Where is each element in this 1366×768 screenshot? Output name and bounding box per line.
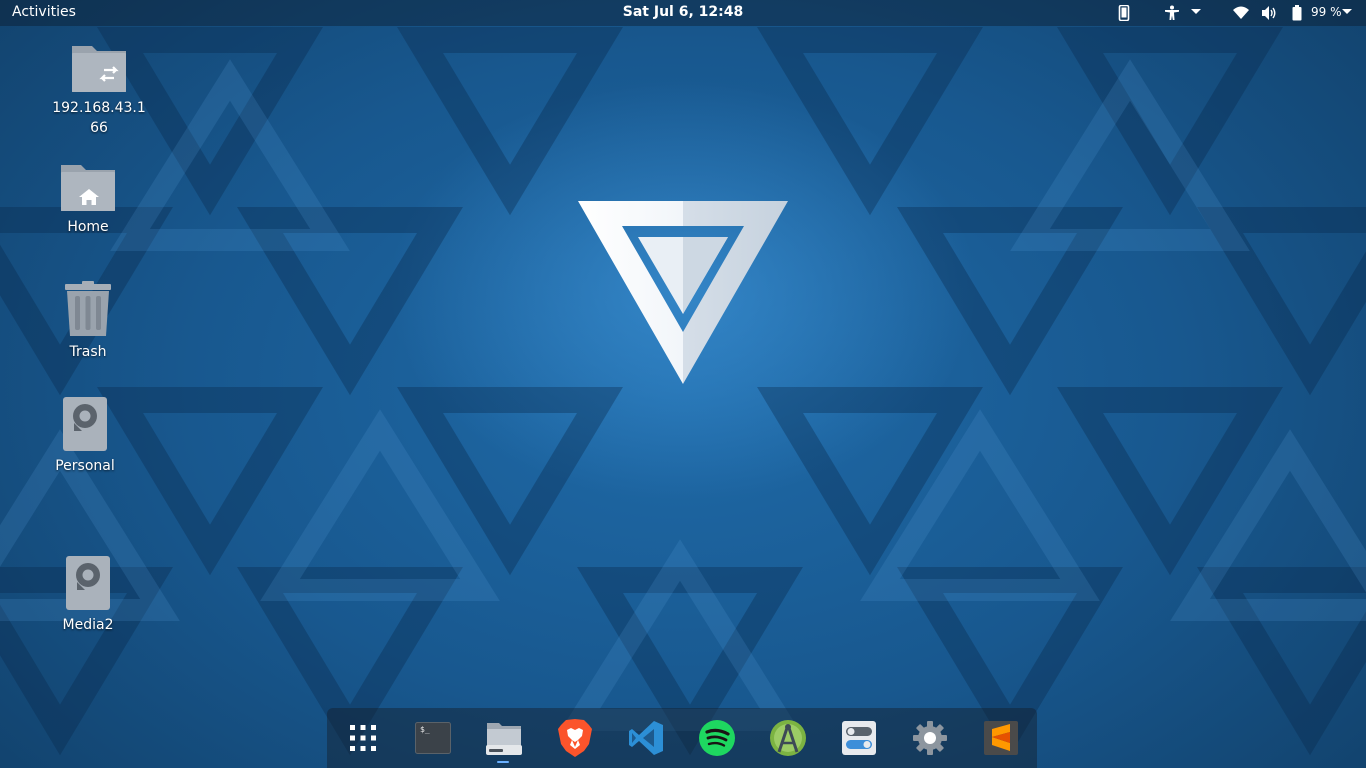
desktop-icon-personal[interactable]: Personal xyxy=(35,396,135,476)
accessibility-icon[interactable] xyxy=(1164,5,1180,21)
wifi-icon[interactable] xyxy=(1233,5,1249,21)
desktop-icon-label: Personal xyxy=(55,458,115,474)
sublime-text-icon xyxy=(984,721,1018,755)
desktop-icon-label: Trash xyxy=(69,344,107,360)
dock-show-applications[interactable] xyxy=(343,718,383,758)
terminal-icon: $_ xyxy=(415,722,451,754)
desktop-icon-trash[interactable]: Trash xyxy=(38,280,138,362)
desktop-icon-network-share[interactable]: 192.168.43.166 xyxy=(49,44,149,138)
running-indicator xyxy=(497,761,509,763)
battery-icon[interactable] xyxy=(1292,5,1302,21)
desktop-icon-home[interactable]: Home xyxy=(38,163,138,237)
dock-android-studio[interactable] xyxy=(768,718,808,758)
dock-files[interactable] xyxy=(484,718,524,758)
gear-icon xyxy=(913,721,947,755)
chevron-down-icon[interactable] xyxy=(1342,9,1352,25)
app-grid-icon xyxy=(350,725,376,751)
svg-text:$_: $_ xyxy=(420,725,430,734)
dock-vscode[interactable] xyxy=(626,718,666,758)
volume-icon[interactable] xyxy=(1261,5,1277,21)
battery-percentage[interactable]: 99 % xyxy=(1311,5,1342,19)
clock-label[interactable]: Sat Jul 6, 12:48 xyxy=(623,4,743,20)
chevron-down-icon[interactable] xyxy=(1191,9,1201,25)
drive-icon xyxy=(63,397,107,451)
distro-logo xyxy=(578,201,788,384)
desktop-wallpaper xyxy=(0,0,1366,768)
brave-lion-icon xyxy=(558,719,592,757)
top-bar: Activities Sat Jul 6, 12:48 99 % xyxy=(0,0,1366,26)
desktop-icon-label: Media2 xyxy=(62,617,114,633)
home-folder-icon xyxy=(61,165,115,211)
dock-brave[interactable] xyxy=(555,718,595,758)
android-studio-icon xyxy=(770,720,806,756)
dock: $_ xyxy=(327,708,1037,768)
desktop-icon-label: 192.168.43.166 xyxy=(52,100,146,136)
files-icon xyxy=(486,723,522,755)
vscode-icon xyxy=(629,721,663,755)
dock-settings[interactable] xyxy=(910,718,950,758)
network-folder-icon xyxy=(72,46,126,92)
clock-menu: Sat Jul 6, 12:48 xyxy=(0,4,1366,20)
desktop-icon-label: Home xyxy=(67,219,109,235)
dock-tweaks[interactable] xyxy=(839,718,879,758)
activities-button[interactable]: Activities xyxy=(12,4,76,20)
drive-icon xyxy=(66,556,110,610)
dock-sublime-text[interactable] xyxy=(981,718,1021,758)
toggle-switch-icon xyxy=(842,721,876,755)
phone-icon[interactable] xyxy=(1118,5,1130,21)
dock-spotify[interactable] xyxy=(697,718,737,758)
desktop-icon-media2[interactable]: Media2 xyxy=(38,555,138,635)
trash-icon xyxy=(65,281,111,336)
spotify-icon xyxy=(699,720,735,756)
dock-terminal[interactable]: $_ xyxy=(413,718,453,758)
